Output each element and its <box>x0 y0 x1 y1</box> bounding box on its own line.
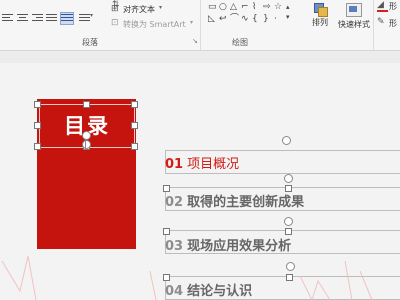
list-item-number: 01 <box>165 157 184 172</box>
rotate-handle[interactable] <box>282 136 291 145</box>
bend-shape-icon[interactable]: ∿ <box>241 14 249 24</box>
group-divider <box>373 0 374 50</box>
brace-left-shape-icon[interactable]: { <box>252 14 258 24</box>
resize-handle[interactable] <box>34 143 41 150</box>
resize-handle[interactable] <box>131 101 138 108</box>
list-item[interactable]: 01 项目概况 <box>165 153 239 172</box>
smartart-dropdown-icon[interactable]: ▾ <box>190 19 193 26</box>
resize-handle[interactable] <box>34 122 41 129</box>
resize-handle[interactable] <box>83 101 90 108</box>
resize-handle[interactable] <box>131 122 138 129</box>
convert-smartart-button[interactable]: 转换为 SmartArt <box>123 19 186 30</box>
dot-shape-icon[interactable]: · <box>274 14 277 24</box>
paragraph-launcher-icon[interactable]: ↘ <box>192 37 198 45</box>
rectangle-shape-icon[interactable]: ▭ <box>208 2 217 12</box>
curve-shape-icon[interactable]: ⌒ <box>230 14 239 24</box>
arrange-label: 排列 <box>312 18 328 27</box>
rotate-handle[interactable] <box>82 131 91 140</box>
brace-right-shape-icon[interactable]: } <box>263 14 269 24</box>
triangle-shape-icon[interactable]: △ <box>230 2 237 12</box>
paragraph-group-label: 段落 <box>82 38 98 47</box>
arrange-icon <box>314 3 328 17</box>
align-right-icon[interactable] <box>32 13 43 22</box>
shape-fill-button[interactable]: 形 <box>389 1 397 12</box>
align-text-icon: ⊞ <box>111 4 119 14</box>
oval-shape-icon[interactable]: ○ <box>219 2 227 12</box>
quick-styles-icon <box>346 3 362 17</box>
shape-outline-icon[interactable]: ✎ <box>377 17 385 27</box>
justify-icon[interactable] <box>46 13 57 22</box>
gallery-up-icon[interactable]: ▴ <box>286 2 290 12</box>
columns-icon[interactable] <box>79 13 90 22</box>
freeform-shape-icon[interactable]: ↩ <box>219 14 227 24</box>
star-shape-icon[interactable]: ☆ <box>274 2 282 12</box>
rotate-handle[interactable] <box>82 140 91 149</box>
ribbon: ▾ ⇅ ⊞ 对齐文本 ▾ ⊡ 转换为 SmartArt ▾ 段落 ↘ ▭ ○ △… <box>0 0 400 51</box>
columns-dropdown-icon[interactable]: ▾ <box>90 12 93 19</box>
distributed-icon[interactable] <box>60 12 74 25</box>
arrow-shape-icon[interactable]: ⇨ <box>263 2 271 12</box>
resize-handle[interactable] <box>34 101 41 108</box>
line-shape-icon[interactable]: ⌐ <box>241 2 249 12</box>
triangle-right-shape-icon[interactable]: ◺ <box>208 14 215 24</box>
quick-styles-button[interactable]: 快速样式 <box>334 3 374 30</box>
rotate-handle-stem <box>85 140 86 150</box>
align-left-icon[interactable] <box>2 13 13 22</box>
shape-outline-button[interactable]: 形 <box>389 18 397 29</box>
shape-fill-icon[interactable]: ◢ <box>377 0 384 10</box>
drawing-group-label: 绘图 <box>232 38 248 47</box>
list-item-text: 项目概况 <box>187 157 240 172</box>
align-text-dropdown-icon[interactable]: ▾ <box>159 4 162 11</box>
group-divider <box>200 0 201 50</box>
shape-fill-color-swatch <box>377 10 388 12</box>
connector-shape-icon[interactable]: ⌇ <box>252 2 256 12</box>
shapes-gallery[interactable]: ▭ ○ △ ⌐ ⌇ ⇨ ☆ ▴ ◺ ↩ ⌒ ∿ { } · ▾ <box>206 2 302 30</box>
quick-styles-label: 快速样式 <box>338 20 370 29</box>
gallery-down-icon[interactable]: ▾ <box>286 12 290 22</box>
align-center-icon[interactable] <box>17 13 28 22</box>
background-decoration <box>1 255 373 300</box>
align-text-button[interactable]: 对齐文本 <box>123 4 155 15</box>
resize-handle[interactable] <box>131 143 138 150</box>
smartart-icon: ⊡ <box>111 18 119 28</box>
rotate-handle[interactable] <box>284 174 293 183</box>
arrange-button[interactable]: 排列 <box>308 3 332 28</box>
